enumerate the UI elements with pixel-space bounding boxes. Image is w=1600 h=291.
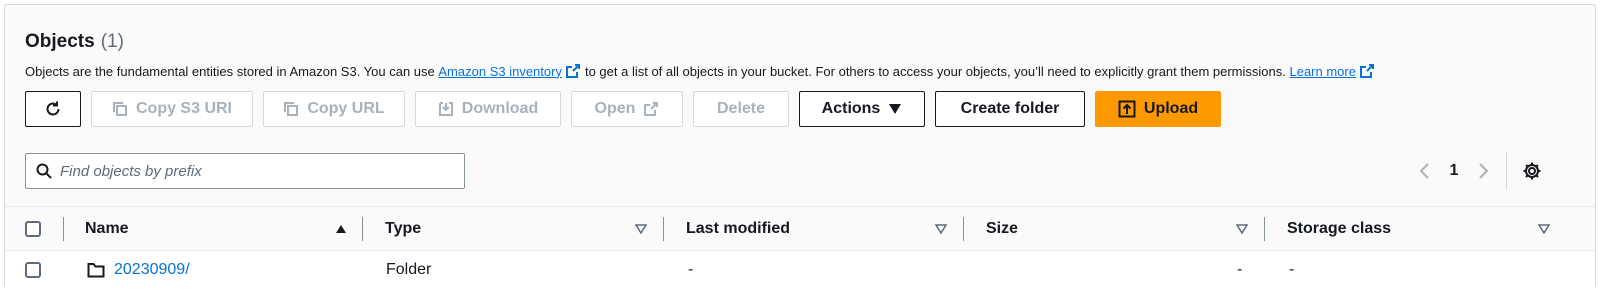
last-modified-cell: - <box>688 260 694 278</box>
column-divider <box>1264 217 1265 241</box>
storage-class-cell: - <box>1289 260 1295 278</box>
download-label: Download <box>461 100 539 117</box>
column-divider <box>63 217 64 241</box>
external-link-icon <box>644 102 659 116</box>
chevron-right-icon <box>1479 163 1489 179</box>
table-row[interactable]: 20230909/ Folder - - - <box>5 251 1595 288</box>
select-all-cell <box>25 207 41 250</box>
open-button[interactable]: Open <box>571 91 683 127</box>
search-box <box>25 153 465 189</box>
download-icon <box>438 102 453 116</box>
copy-url-label: Copy URL <box>307 100 385 117</box>
pager-divider <box>1506 152 1507 190</box>
search-input[interactable] <box>60 162 440 180</box>
gear-icon <box>1523 162 1541 180</box>
column-header-type[interactable]: Type <box>385 207 421 250</box>
objects-description: Objects are the fundamental entities sto… <box>25 63 1379 79</box>
upload-icon <box>1118 100 1136 118</box>
delete-label: Delete <box>716 100 766 117</box>
objects-table: Name Type Last modified Size Storage cla… <box>5 206 1595 288</box>
external-link-icon <box>1359 64 1374 78</box>
upload-button[interactable]: Upload <box>1095 91 1221 127</box>
folder-icon <box>87 262 105 277</box>
caret-down-icon <box>889 104 902 114</box>
external-link-icon <box>565 64 580 78</box>
column-header-storage-class[interactable]: Storage class <box>1287 207 1391 250</box>
learn-more-link[interactable]: Learn more <box>1289 64 1355 79</box>
refresh-icon <box>46 101 60 116</box>
description-text-middle: to get a list of all objects in your buc… <box>584 63 1286 79</box>
sort-icon[interactable] <box>635 207 647 250</box>
copy-s3-uri-label: Copy S3 URI <box>135 100 232 117</box>
page-title: Objects <box>25 31 95 52</box>
object-name-link[interactable]: 20230909/ <box>114 261 190 279</box>
copy-url-button[interactable]: Copy URL <box>263 91 405 127</box>
column-divider <box>963 217 964 241</box>
delete-button[interactable]: Delete <box>693 91 789 127</box>
copy-s3-uri-button[interactable]: Copy S3 URI <box>91 91 253 127</box>
pagination: 1 <box>1410 155 1498 187</box>
sort-icon[interactable] <box>1538 207 1550 250</box>
column-header-name[interactable]: Name <box>85 207 129 250</box>
copy-icon <box>112 102 127 116</box>
row-select-cell <box>25 251 41 288</box>
table-header: Name Type Last modified Size Storage cla… <box>5 206 1595 251</box>
inventory-link[interactable]: Amazon S3 inventory <box>438 64 562 79</box>
column-divider <box>663 217 664 241</box>
sort-icon[interactable] <box>935 207 947 250</box>
actions-label: Actions <box>821 100 881 117</box>
row-checkbox[interactable] <box>25 261 41 278</box>
create-folder-button[interactable]: Create folder <box>935 91 1085 127</box>
refresh-button[interactable] <box>25 91 81 127</box>
column-header-size[interactable]: Size <box>986 207 1018 250</box>
description-text-before: Objects are the fundamental entities sto… <box>25 63 435 79</box>
copy-icon <box>284 102 299 116</box>
download-button[interactable]: Download <box>415 91 561 127</box>
object-count: (1) <box>100 31 124 52</box>
objects-header: Objects (1) <box>25 31 124 53</box>
objects-panel: Objects (1) Objects are the fundamental … <box>4 4 1596 288</box>
name-cell: 20230909/ <box>87 251 190 288</box>
size-cell: - <box>1237 260 1243 278</box>
actions-toolbar: Copy S3 URI Copy URL Download Open Delet… <box>25 91 1221 127</box>
select-all-checkbox[interactable] <box>25 220 41 237</box>
chevron-left-icon <box>1419 163 1429 179</box>
type-cell: Folder <box>386 260 432 278</box>
create-folder-label: Create folder <box>960 100 1060 117</box>
next-page-button[interactable] <box>1470 155 1498 187</box>
actions-dropdown[interactable]: Actions <box>799 91 925 127</box>
column-divider <box>362 217 363 241</box>
column-header-last-modified[interactable]: Last modified <box>686 207 790 250</box>
previous-page-button[interactable] <box>1410 155 1438 187</box>
search-icon <box>36 163 52 179</box>
current-page[interactable]: 1 <box>1438 162 1470 180</box>
sort-ascending-icon[interactable] <box>335 207 347 250</box>
upload-label: Upload <box>1143 100 1199 117</box>
preferences-button[interactable] <box>1520 159 1544 183</box>
sort-icon[interactable] <box>1236 207 1248 250</box>
open-label: Open <box>594 100 636 117</box>
